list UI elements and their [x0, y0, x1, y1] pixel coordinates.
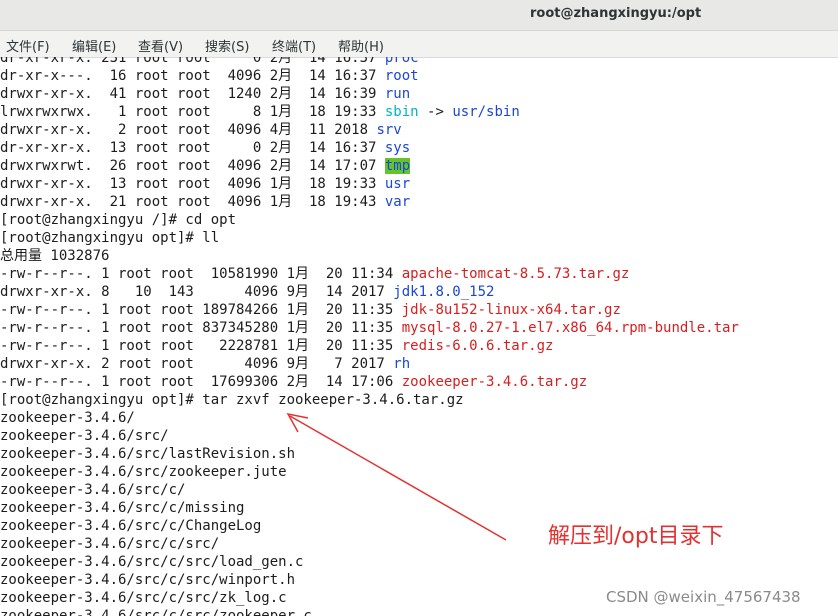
terminal-line: drwxr-xr-x. 13 root root 4096 1月 18 19:3…	[0, 175, 739, 193]
window-title: root@zhangxingyu:/opt	[530, 6, 702, 21]
terminal-text: zookeeper-3.4.6/src/c/	[0, 482, 186, 498]
terminal-text: zookeeper-3.4.6/	[0, 410, 135, 426]
terminal-text: zookeeper-3.4.6.tar.gz	[401, 374, 588, 390]
terminal-text: redis-6.0.6.tar.gz	[401, 338, 554, 354]
terminal-text: mysql-8.0.27-1.el7.x86_64.rpm-bundle.tar	[401, 320, 739, 336]
terminal-text: sys	[384, 140, 411, 156]
terminal-line: zookeeper-3.4.6/src/c/src/load_gen.c	[0, 553, 739, 571]
terminal-text: -rw-r--r--. 1 root root 17699306 2月 14 1…	[0, 374, 402, 390]
terminal-text: drwxr-xr-x. 21 root root 4096 1月 18 19:4…	[0, 194, 385, 210]
terminal-text: tmp	[384, 158, 411, 174]
terminal-text: zookeeper-3.4.6/src/c/src/winport.h	[0, 572, 296, 588]
terminal-text: -rw-r--r--. 1 root root 2228781 1月 20 11…	[0, 338, 402, 354]
watermark: CSDN @weixin_47567438	[606, 588, 801, 606]
terminal-text: ->	[418, 104, 453, 120]
terminal-line: dr-xr-xr-x. 231 root root 0 2月 14 16:37 …	[0, 57, 739, 67]
terminal-line: zookeeper-3.4.6/src/c/src/zookeeper.c	[0, 607, 739, 616]
terminal-line: zookeeper-3.4.6/	[0, 409, 739, 427]
terminal-line: dr-xr-xr-x. 13 root root 0 2月 14 16:37 s…	[0, 139, 739, 157]
terminal-text: 总用量 1032876	[0, 248, 110, 264]
terminal-text: -rw-r--r--. 1 root root 189784266 1月 20 …	[0, 302, 402, 318]
terminal-line: [root@zhangxingyu opt]# tar zxvf zookeep…	[0, 391, 739, 409]
menu-search[interactable]: 搜索(S)	[205, 36, 249, 55]
menu-bar: 文件(F) 编辑(E) 查看(V) 搜索(S) 终端(T) 帮助(H)	[0, 31, 838, 58]
terminal-line: drwxr-xr-x. 21 root root 4096 1月 18 19:4…	[0, 193, 739, 211]
menu-view[interactable]: 查看(V)	[138, 36, 183, 55]
terminal-text: run	[384, 86, 411, 102]
terminal-text: zookeeper-3.4.6/src/lastRevision.sh	[0, 446, 296, 462]
terminal-text: srv	[376, 122, 402, 138]
terminal-text: usr/sbin	[452, 104, 520, 120]
terminal-text: dr-xr-xr-x. 13 root root 0 2月 14 16:37	[0, 140, 385, 156]
terminal-text: dr-xr-xr-x. 231 root root 0 2月 14 16:37	[0, 57, 385, 66]
terminal-text: drwxr-xr-x. 41 root root 1240 2月 14 16:3…	[0, 86, 385, 102]
terminal-line: zookeeper-3.4.6/src/c/src/winport.h	[0, 571, 739, 589]
terminal-text: drwxr-xr-x. 8 10 143 4096 9月 14 2017	[0, 284, 394, 300]
terminal-text: zookeeper-3.4.6/src/c/missing	[0, 500, 245, 516]
terminal-text: proc	[384, 57, 419, 66]
terminal-line: lrwxrwxrwx. 1 root root 8 1月 18 19:33 sb…	[0, 103, 739, 121]
terminal-text: -rw-r--r--. 1 root root 10581990 1月 20 1…	[0, 266, 402, 282]
terminal-text: drwxr-xr-x. 2 root root 4096 4月 11 2018	[0, 122, 377, 138]
terminal-text: root	[384, 68, 419, 84]
terminal-text: var	[384, 194, 411, 210]
menu-edit[interactable]: 编辑(E)	[72, 36, 116, 55]
menu-help[interactable]: 帮助(H)	[338, 36, 384, 55]
terminal-line: -rw-r--r--. 1 root root 837345280 1月 20 …	[0, 319, 739, 337]
terminal-text: zookeeper-3.4.6/src/zookeeper.jute	[0, 464, 287, 480]
terminal-line: zookeeper-3.4.6/src/zookeeper.jute	[0, 463, 739, 481]
terminal-text: zookeeper-3.4.6/src/c/src/zk_log.c	[0, 590, 287, 606]
terminal-text: zookeeper-3.4.6/src/c/src/	[0, 536, 220, 552]
menu-file[interactable]: 文件(F)	[6, 36, 50, 55]
terminal-line: drwxr-xr-x. 2 root root 4096 4月 11 2018 …	[0, 121, 739, 139]
terminal-text: usr	[384, 176, 411, 192]
terminal-line: 总用量 1032876	[0, 247, 739, 265]
terminal-line: [root@zhangxingyu /]# cd opt	[0, 211, 739, 229]
terminal-line: -rw-r--r--. 1 root root 17699306 2月 14 1…	[0, 373, 739, 391]
terminal-line: drwxr-xr-x. 2 root root 4096 9月 7 2017 r…	[0, 355, 739, 373]
terminal-text: [root@zhangxingyu opt]# tar zxvf zookeep…	[0, 392, 464, 408]
terminal-line: [root@zhangxingyu opt]# ll	[0, 229, 739, 247]
terminal-line: drwxr-xr-x. 41 root root 1240 2月 14 16:3…	[0, 85, 739, 103]
terminal-text: sbin	[384, 104, 419, 120]
terminal-text: rh	[393, 356, 411, 372]
terminal-text: dr-xr-x---. 16 root root 4096 2月 14 16:3…	[0, 68, 385, 84]
window-titlebar: root@zhangxingyu:/opt	[0, 0, 838, 31]
terminal-line: -rw-r--r--. 1 root root 10581990 1月 20 1…	[0, 265, 739, 283]
terminal-line: zookeeper-3.4.6/src/lastRevision.sh	[0, 445, 739, 463]
terminal-text: zookeeper-3.4.6/src/c/src/load_gen.c	[0, 554, 304, 570]
terminal-text: zookeeper-3.4.6/src/	[0, 428, 169, 444]
terminal-text: [root@zhangxingyu opt]# ll	[0, 230, 220, 246]
terminal-text: jdk1.8.0_152	[393, 284, 495, 300]
terminal-line: dr-xr-x---. 16 root root 4096 2月 14 16:3…	[0, 67, 739, 85]
terminal-text: drwxr-xr-x. 13 root root 4096 1月 18 19:3…	[0, 176, 385, 192]
terminal-line: zookeeper-3.4.6/src/c/	[0, 481, 739, 499]
terminal-text: zookeeper-3.4.6/src/c/src/zookeeper.c	[0, 608, 312, 616]
terminal-text: jdk-8u152-linux-x64.tar.gz	[401, 302, 621, 318]
terminal-line: zookeeper-3.4.6/src/c/missing	[0, 499, 739, 517]
terminal-text: drwxr-xr-x. 2 root root 4096 9月 7 2017	[0, 356, 394, 372]
terminal-text: drwxrwxrwt. 26 root root 4096 2月 14 17:0…	[0, 158, 385, 174]
terminal-line: drwxr-xr-x. 8 10 143 4096 9月 14 2017 jdk…	[0, 283, 739, 301]
terminal-text: zookeeper-3.4.6/src/c/ChangeLog	[0, 518, 262, 534]
terminal-text: lrwxrwxrwx. 1 root root 8 1月 18 19:33	[0, 104, 385, 120]
terminal-line: zookeeper-3.4.6/src/	[0, 427, 739, 445]
menu-terminal[interactable]: 终端(T)	[272, 36, 316, 55]
terminal-line: -rw-r--r--. 1 root root 189784266 1月 20 …	[0, 301, 739, 319]
terminal-text: apache-tomcat-8.5.73.tar.gz	[401, 266, 630, 282]
terminal-line: -rw-r--r--. 1 root root 2228781 1月 20 11…	[0, 337, 739, 355]
terminal-line: drwxrwxrwt. 26 root root 4096 2月 14 17:0…	[0, 157, 739, 175]
annotation-label: 解压到/opt目录下	[548, 524, 724, 549]
terminal-text: -rw-r--r--. 1 root root 837345280 1月 20 …	[0, 320, 402, 336]
terminal-text: [root@zhangxingyu /]# cd opt	[0, 212, 237, 228]
